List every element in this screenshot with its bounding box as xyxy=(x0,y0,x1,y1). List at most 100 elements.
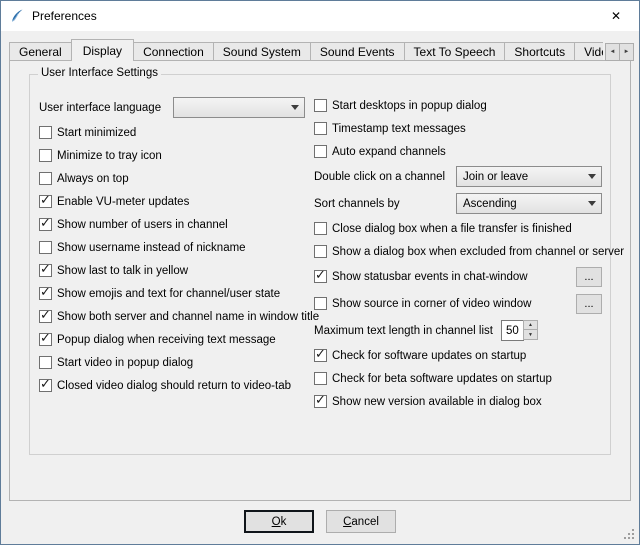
checkbox-row-emojis[interactable]: Show emojis and text for channel/user st… xyxy=(39,285,305,302)
checkbox[interactable] xyxy=(39,333,52,346)
checkbox-row-auto-expand[interactable]: Auto expand channels xyxy=(314,143,602,160)
checkbox-row-close-file-transfer[interactable]: Close dialog box when a file transfer is… xyxy=(314,220,602,237)
chevron-down-icon xyxy=(588,201,596,206)
tab-text-to-speech[interactable]: Text To Speech xyxy=(404,42,506,60)
checkbox[interactable] xyxy=(39,195,52,208)
sort-channels-label: Sort channels by xyxy=(314,198,400,210)
tab-shortcuts[interactable]: Shortcuts xyxy=(504,42,575,60)
group-title: User Interface Settings xyxy=(38,67,161,79)
double-click-combobox[interactable]: Join or leave xyxy=(456,166,602,187)
max-text-length-spinner[interactable]: 50 ▲ ▼ xyxy=(501,320,538,341)
cancel-button-accel: C xyxy=(343,516,351,528)
checkbox-label: Enable VU-meter updates xyxy=(57,196,189,208)
max-text-length-label: Maximum text length in channel list xyxy=(314,325,493,337)
title-bar[interactable]: Preferences ✕ xyxy=(1,1,639,31)
checkbox[interactable] xyxy=(39,172,52,185)
tab-connection[interactable]: Connection xyxy=(133,42,214,60)
checkbox[interactable] xyxy=(39,264,52,277)
checkbox[interactable] xyxy=(39,126,52,139)
double-click-label: Double click on a channel xyxy=(314,171,445,183)
max-text-length-row: Maximum text length in channel list 50 ▲… xyxy=(314,320,602,341)
checkbox[interactable] xyxy=(314,349,327,362)
checkbox-row-last-to-talk[interactable]: Show last to talk in yellow xyxy=(39,262,305,279)
checkbox-row-video-return-tab[interactable]: Closed video dialog should return to vid… xyxy=(39,377,305,394)
chevron-down-icon xyxy=(291,105,299,110)
checkbox[interactable] xyxy=(39,310,52,323)
statusbar-events-browse-button[interactable]: ... xyxy=(576,267,602,287)
checkbox-label: Show username instead of nickname xyxy=(57,242,246,254)
tab-bar: General Display Connection Sound System … xyxy=(9,39,603,61)
checkbox[interactable] xyxy=(39,287,52,300)
language-row: User interface language xyxy=(39,97,305,118)
checkbox[interactable] xyxy=(314,270,327,283)
sort-channels-combobox[interactable]: Ascending xyxy=(456,193,602,214)
tab-scroll-left-icon[interactable]: ◄ xyxy=(605,43,620,61)
close-icon[interactable]: ✕ xyxy=(593,1,639,31)
checkbox[interactable] xyxy=(39,241,52,254)
checkbox-row-vu-meter[interactable]: Enable VU-meter updates xyxy=(39,193,305,210)
language-combobox[interactable] xyxy=(173,97,305,118)
checkbox-label: Show new version available in dialog box xyxy=(332,396,542,408)
checkbox-row-popup-text-message[interactable]: Popup dialog when receiving text message xyxy=(39,331,305,348)
checkbox-label: Start desktops in popup dialog xyxy=(332,100,487,112)
checkbox-row-start-minimized[interactable]: Start minimized xyxy=(39,124,305,141)
checkbox-row-minimize-to-tray[interactable]: Minimize to tray icon xyxy=(39,147,305,164)
checkbox[interactable] xyxy=(39,379,52,392)
checkbox[interactable] xyxy=(314,372,327,385)
checkbox-row-video-source-corner[interactable]: Show source in corner of video window ..… xyxy=(314,293,602,314)
cancel-button[interactable]: Cancel xyxy=(326,510,396,533)
checkbox-row-video-popup[interactable]: Start video in popup dialog xyxy=(39,354,305,371)
ok-button-accel: O xyxy=(272,516,281,528)
ok-button[interactable]: Ok xyxy=(244,510,314,533)
cancel-button-rest: ancel xyxy=(351,516,379,528)
sort-channels-row: Sort channels by Ascending xyxy=(314,193,602,214)
checkbox-row-show-username[interactable]: Show username instead of nickname xyxy=(39,239,305,256)
tab-general[interactable]: General xyxy=(9,42,72,60)
spinner-value[interactable]: 50 xyxy=(501,320,524,341)
left-column: User interface language Start minimized … xyxy=(39,97,305,394)
checkbox[interactable] xyxy=(314,245,327,258)
tab-video[interactable]: Video xyxy=(574,42,603,60)
resize-grip[interactable] xyxy=(623,528,637,542)
checkbox-row-timestamp[interactable]: Timestamp text messages xyxy=(314,120,602,137)
spin-down-icon[interactable]: ▼ xyxy=(523,329,538,340)
resize-grip-dots xyxy=(624,529,626,531)
checkbox-label: Show a dialog box when excluded from cha… xyxy=(332,246,624,258)
checkbox-row-desktops-popup[interactable]: Start desktops in popup dialog xyxy=(314,97,602,114)
double-click-combobox-value: Join or leave xyxy=(463,171,528,183)
double-click-row: Double click on a channel Join or leave xyxy=(314,166,602,187)
checkbox-label: Always on top xyxy=(57,173,129,185)
checkbox-row-statusbar-events[interactable]: Show statusbar events in chat-window ... xyxy=(314,266,602,287)
checkbox[interactable] xyxy=(314,145,327,158)
tab-display[interactable]: Display xyxy=(71,39,134,61)
spinner-buttons: ▲ ▼ xyxy=(523,320,538,341)
checkbox[interactable] xyxy=(314,99,327,112)
checkbox-row-software-updates[interactable]: Check for software updates on startup xyxy=(314,347,602,364)
tab-scroll-right-icon[interactable]: ► xyxy=(619,43,634,61)
checkbox-row-new-version-dialog[interactable]: Show new version available in dialog box xyxy=(314,393,602,410)
chevron-down-icon xyxy=(588,174,596,179)
checkbox-label: Timestamp text messages xyxy=(332,123,466,135)
tab-sound-system[interactable]: Sound System xyxy=(213,42,311,60)
checkbox[interactable] xyxy=(39,218,52,231)
checkbox-row-beta-updates[interactable]: Check for beta software updates on start… xyxy=(314,370,602,387)
checkbox[interactable] xyxy=(314,395,327,408)
checkbox[interactable] xyxy=(314,222,327,235)
checkbox-label: Start video in popup dialog xyxy=(57,357,193,369)
checkbox-label: Show both server and channel name in win… xyxy=(57,311,319,323)
language-label: User interface language xyxy=(39,102,161,114)
checkbox[interactable] xyxy=(314,122,327,135)
checkbox[interactable] xyxy=(39,356,52,369)
checkbox-row-always-on-top[interactable]: Always on top xyxy=(39,170,305,187)
tab-scroll-buttons: ◄ ► xyxy=(605,43,634,61)
preferences-dialog: Preferences ✕ General Display Connection… xyxy=(0,0,640,545)
video-source-browse-button[interactable]: ... xyxy=(576,294,602,314)
checkbox-row-excluded-dialog[interactable]: Show a dialog box when excluded from cha… xyxy=(314,243,602,260)
checkbox-row-window-title[interactable]: Show both server and channel name in win… xyxy=(39,308,305,325)
checkbox-row-show-user-count[interactable]: Show number of users in channel xyxy=(39,216,305,233)
checkbox[interactable] xyxy=(314,297,327,310)
tab-sound-events[interactable]: Sound Events xyxy=(310,42,405,60)
checkbox-label: Closed video dialog should return to vid… xyxy=(57,380,291,392)
checkbox-label: Show statusbar events in chat-window xyxy=(332,271,528,283)
checkbox[interactable] xyxy=(39,149,52,162)
